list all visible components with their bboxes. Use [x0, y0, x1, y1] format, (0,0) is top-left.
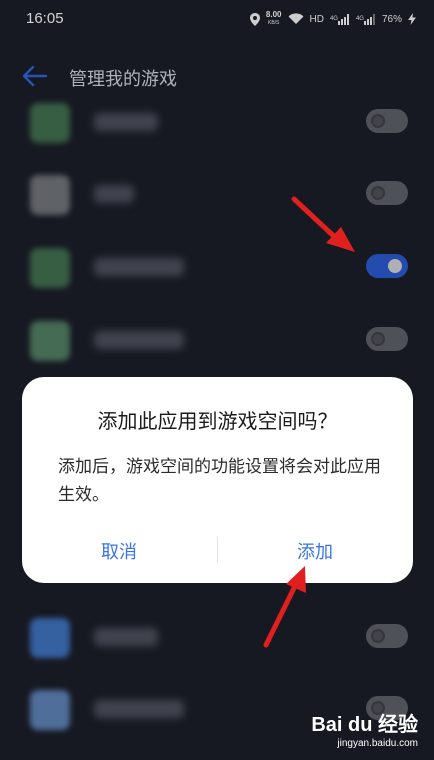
- watermark-logo: Bai du 经验: [311, 714, 418, 736]
- arrow-to-add-button-icon: [263, 566, 306, 648]
- watermark-url: jingyan.baidu.com: [337, 738, 418, 749]
- baidu-jingyan-watermark: Bai du 经验 jingyan.baidu.com: [304, 706, 424, 756]
- arrow-to-toggle-icon: [291, 196, 355, 252]
- annotation-arrows: [263, 196, 355, 648]
